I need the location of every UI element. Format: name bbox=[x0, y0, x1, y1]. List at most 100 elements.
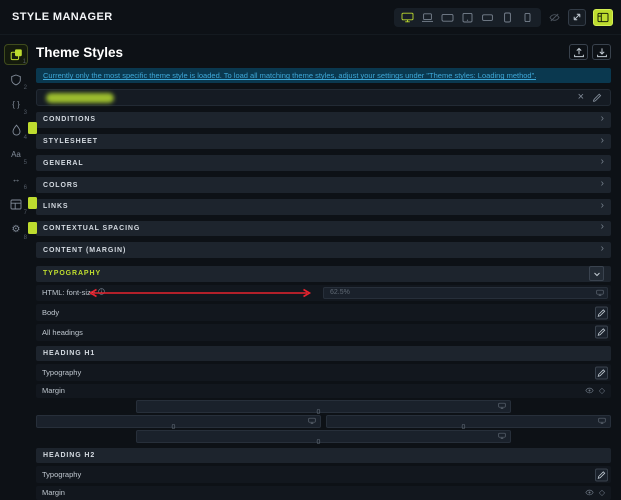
section-general[interactable]: GENERAL › bbox=[36, 155, 611, 171]
desktop-icon bbox=[401, 12, 414, 23]
upload-button[interactable] bbox=[569, 44, 588, 60]
info-banner: Currently only the most specific theme s… bbox=[36, 68, 611, 83]
device-mobile-landscape-button[interactable] bbox=[480, 11, 495, 24]
edit-h2-typography-button[interactable] bbox=[595, 468, 608, 481]
html-font-size-label: HTML: font-size bbox=[42, 288, 95, 297]
shield-icon bbox=[10, 74, 22, 86]
margin-top-field[interactable] bbox=[136, 400, 511, 413]
download-icon bbox=[596, 47, 608, 58]
section-label: CONDITIONS bbox=[43, 116, 96, 123]
chevron-right-icon: › bbox=[601, 179, 604, 189]
section-label: HEADING H1 bbox=[43, 350, 95, 357]
heading-h1-header[interactable]: HEADING H1 bbox=[36, 346, 611, 362]
braces-icon: { } bbox=[12, 101, 20, 109]
chevron-right-icon: › bbox=[601, 201, 604, 211]
search-field[interactable]: × bbox=[36, 89, 611, 106]
sidebar-item-colors[interactable]: 4 bbox=[4, 119, 28, 140]
device-mobile-button[interactable] bbox=[500, 11, 515, 24]
chevron-right-icon: › bbox=[601, 157, 604, 167]
shortcut-label: 6 bbox=[24, 185, 27, 191]
section-label: CONTENT (MARGIN) bbox=[43, 247, 126, 254]
margin-right-field[interactable] bbox=[326, 415, 611, 428]
device-desktop-button[interactable] bbox=[400, 11, 415, 24]
info-icon[interactable] bbox=[98, 288, 105, 295]
heading-h2-header[interactable]: HEADING H2 bbox=[36, 448, 611, 464]
sidebar-item-layout[interactable]: 7 bbox=[4, 194, 28, 215]
collapse-button[interactable] bbox=[589, 266, 604, 281]
shortcut-label: 8 bbox=[24, 235, 27, 241]
edit-h1-typography-button[interactable] bbox=[595, 366, 608, 379]
style-manager-toggle-button[interactable] bbox=[593, 9, 613, 26]
fullscreen-button[interactable] bbox=[568, 9, 586, 26]
body-label: Body bbox=[42, 308, 59, 317]
font-icon: Aa bbox=[11, 151, 21, 159]
device-mobile-small-button[interactable] bbox=[520, 11, 535, 24]
shortcut-label: 4 bbox=[24, 135, 27, 141]
shortcut-label: 3 bbox=[24, 110, 27, 116]
modified-badge bbox=[28, 222, 37, 234]
eye-icon[interactable] bbox=[585, 387, 594, 394]
header-actions bbox=[569, 44, 611, 60]
section-links[interactable]: LINKS › bbox=[36, 199, 611, 215]
mobile-icon bbox=[501, 12, 514, 23]
app-title: STYLE MANAGER bbox=[12, 11, 113, 23]
chevron-right-icon: › bbox=[601, 114, 604, 124]
section-colors[interactable]: COLORS › bbox=[36, 177, 611, 193]
section-contextual-spacing[interactable]: CONTEXTUAL SPACING › bbox=[36, 221, 611, 237]
section-typography[interactable]: TYPOGRAPHY bbox=[36, 266, 611, 282]
sidebar-item-typography[interactable]: Aa 5 bbox=[4, 144, 28, 165]
section-stylesheet[interactable]: STYLESHEET › bbox=[36, 134, 611, 150]
chevron-right-icon: › bbox=[601, 222, 604, 232]
content-panel: Theme Styles Currently only the m bbox=[36, 35, 611, 500]
eye-slash-icon bbox=[548, 12, 561, 23]
section-label: GENERAL bbox=[43, 160, 84, 167]
chevron-right-icon: › bbox=[601, 136, 604, 146]
device-laptop-button[interactable] bbox=[420, 11, 435, 24]
brush-icon[interactable] bbox=[592, 92, 603, 103]
h1-margin-top-row bbox=[36, 400, 611, 413]
banner-link[interactable]: Currently only the most specific theme s… bbox=[43, 71, 536, 80]
sidebar-item-spacing[interactable]: ↔ 6 bbox=[4, 169, 28, 190]
margin-bottom-input[interactable] bbox=[137, 437, 510, 448]
margin-row-actions: ◇ bbox=[585, 489, 605, 497]
section-label: TYPOGRAPHY bbox=[43, 270, 101, 277]
html-font-size-row: HTML: font-size bbox=[36, 285, 611, 302]
visibility-off-button[interactable] bbox=[548, 12, 561, 23]
sidebar-item-settings[interactable]: ⚙ 8 bbox=[4, 219, 28, 240]
sidebar-item-styles[interactable]: 1 bbox=[4, 44, 28, 65]
modified-badge bbox=[28, 197, 37, 209]
topbar-actions bbox=[394, 8, 613, 27]
margin-left-field[interactable] bbox=[36, 415, 321, 428]
link-values-icon[interactable]: ◇ bbox=[599, 387, 605, 395]
topbar: STYLE MANAGER bbox=[0, 0, 621, 35]
shortcut-label: 5 bbox=[24, 160, 27, 166]
h2-margin-row: Margin ◇ bbox=[36, 486, 611, 500]
h2-typography-label: Typography bbox=[42, 470, 81, 479]
h2-typography-row: Typography bbox=[36, 466, 611, 483]
link-values-icon[interactable]: ◇ bbox=[599, 489, 605, 497]
margin-bottom-field[interactable] bbox=[136, 430, 511, 443]
device-tablet-button[interactable] bbox=[460, 11, 475, 24]
sidebar: 1 2 { } 3 4 Aa 5 bbox=[0, 35, 32, 500]
section-label: LINKS bbox=[43, 203, 69, 210]
h2-margin-label: Margin bbox=[42, 488, 65, 497]
h1-typography-label: Typography bbox=[42, 368, 81, 377]
clear-search-icon[interactable]: × bbox=[578, 92, 584, 103]
h1-typography-row: Typography bbox=[36, 364, 611, 381]
eye-icon[interactable] bbox=[585, 489, 594, 496]
all-headings-row: All headings bbox=[36, 324, 611, 341]
grid-icon bbox=[10, 199, 22, 210]
download-button[interactable] bbox=[592, 44, 611, 60]
sidebar-item-security[interactable]: 2 bbox=[4, 69, 28, 90]
html-font-size-input[interactable] bbox=[323, 287, 608, 300]
device-tablet-landscape-button[interactable] bbox=[440, 11, 455, 24]
sidebar-item-custom-css[interactable]: { } 3 bbox=[4, 94, 28, 115]
edit-all-headings-button[interactable] bbox=[595, 326, 608, 339]
section-content-margin[interactable]: CONTENT (MARGIN) › bbox=[36, 242, 611, 258]
edit-body-button[interactable] bbox=[595, 306, 608, 319]
style-panel-icon bbox=[597, 12, 609, 23]
pencil-icon bbox=[597, 308, 606, 317]
device-scope-icon bbox=[498, 403, 506, 410]
section-conditions[interactable]: CONDITIONS › bbox=[36, 112, 611, 128]
style-manager-app: STYLE MANAGER bbox=[0, 0, 621, 500]
